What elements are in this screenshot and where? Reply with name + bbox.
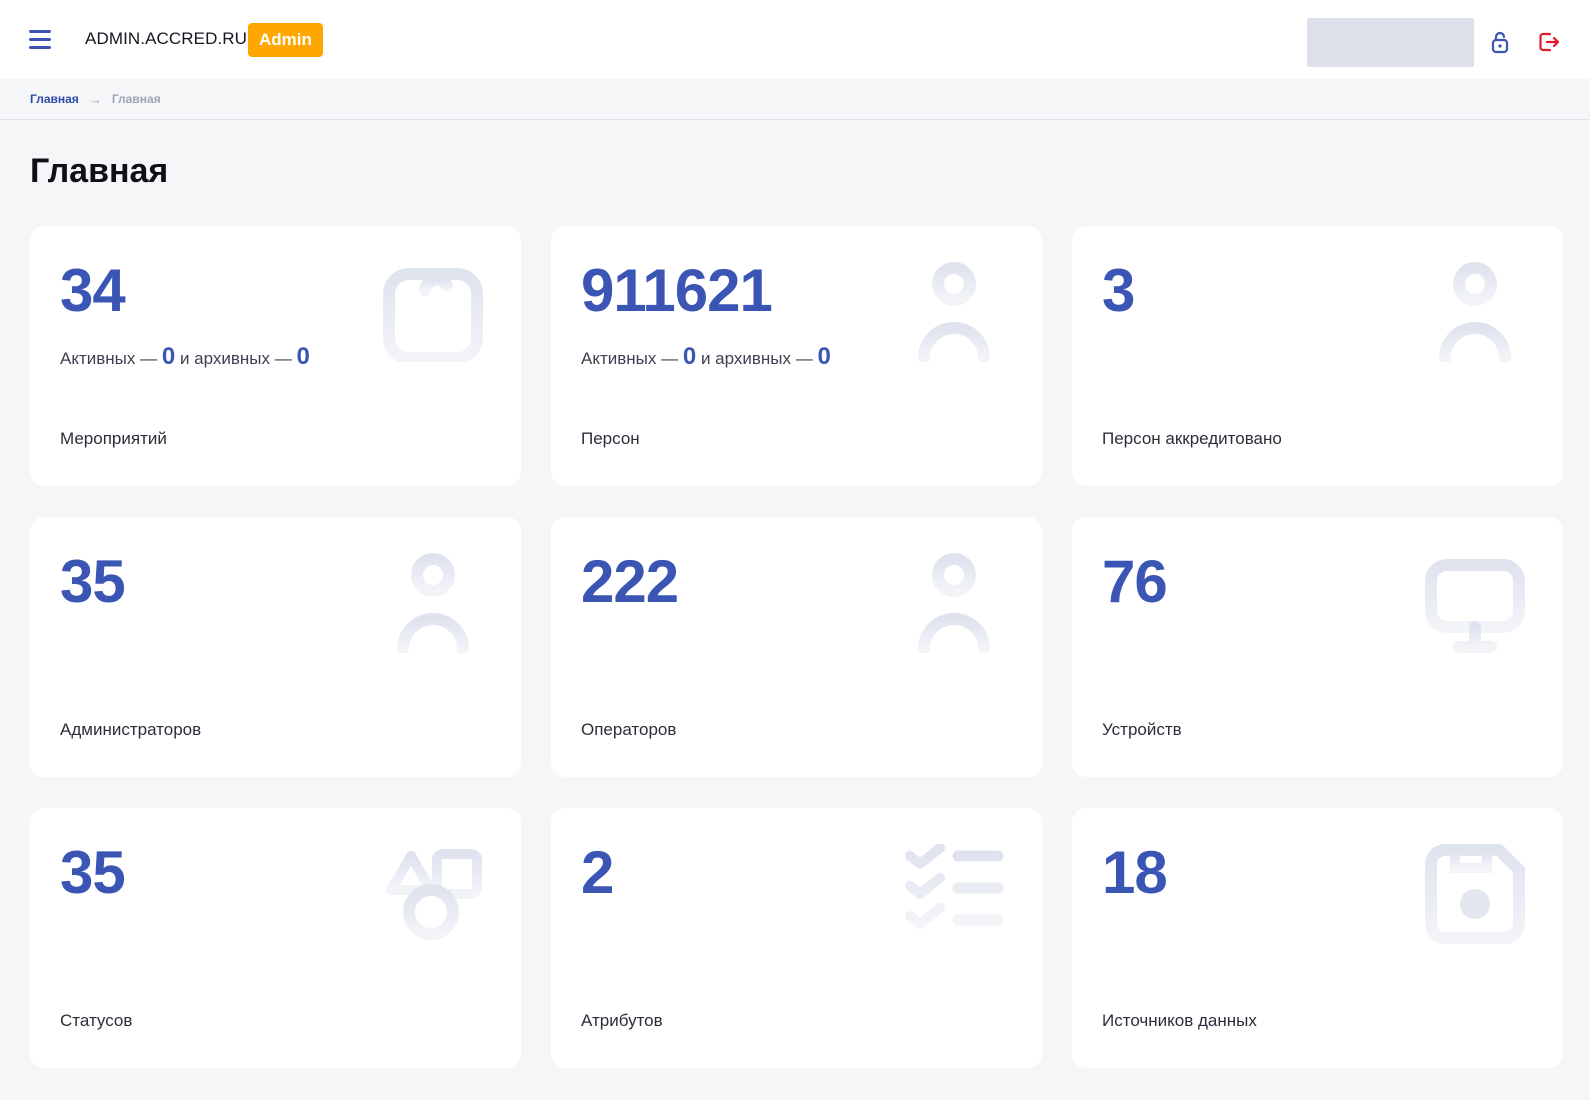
shapes-icon [386,849,482,940]
stat-label: Администраторов [60,720,202,739]
breadcrumb: Главная → Главная [0,79,1590,120]
stat-card-statuses[interactable]: 35 Статусов [30,808,521,1068]
arrow-right-icon: → [88,91,102,107]
stat-card-data-sources[interactable]: 18 Источников данных [1072,808,1563,1068]
stat-value: 18 [1102,839,1168,906]
person-icon [918,262,990,362]
stat-card-operators[interactable]: 222 Операторов [551,517,1042,777]
person-icon [1439,262,1511,362]
stat-value: 2 [581,839,614,906]
person-icon [397,553,469,653]
archive-count: 0 [296,343,310,370]
hamburger-menu-icon[interactable] [29,30,51,49]
stat-card-events[interactable]: 34 Активных — 0 и архивных — 0 Мероприят… [30,226,521,486]
stat-label: Персон [581,429,640,448]
stat-card-persons[interactable]: 911621 Активных — 0 и архивных — 0 Персо… [551,226,1042,486]
stat-value: 34 [60,257,126,324]
unlock-icon[interactable] [1488,30,1512,54]
active-label: Активных — [60,349,158,368]
archive-count: 0 [817,343,831,370]
user-profile-box[interactable] [1307,18,1474,67]
stat-value: 35 [60,839,126,906]
stat-label: Операторов [581,720,677,739]
stat-card-devices[interactable]: 76 Устройств [1072,517,1563,777]
logout-icon[interactable] [1537,30,1561,54]
checklist-icon [905,844,1004,929]
page-title: Главная [30,152,169,190]
stat-label: Устройств [1102,720,1182,739]
calendar-icon [383,268,483,362]
active-label: Активных — [581,349,679,368]
role-badge: Admin [248,23,323,57]
stat-card-attributes[interactable]: 2 Атрибутов [551,808,1042,1068]
stat-card-admins[interactable]: 35 Администраторов [30,517,521,777]
top-header: ADMIN.ACCRED.RU Admin [0,0,1590,79]
active-count: 0 [682,343,697,370]
stat-value: 3 [1102,257,1135,324]
active-count: 0 [161,343,176,370]
stat-subline: Активных — 0 и архивных — 0 [581,343,831,371]
stat-label: Атрибутов [581,1011,663,1030]
stat-label: Статусов [60,1011,133,1030]
breadcrumb-link-home[interactable]: Главная [30,92,79,106]
stats-grid: 34 Активных — 0 и архивных — 0 Мероприят… [30,226,1563,1068]
breadcrumb-current: Главная [111,92,161,106]
stat-subline: Активных — 0 и архивных — 0 [60,343,310,371]
stat-card-accredited[interactable]: 3 Персон аккредитовано [1072,226,1563,486]
stat-value: 222 [581,548,679,615]
stat-value: 76 [1102,548,1168,615]
stat-value: 911621 [581,257,773,324]
monitor-icon [1425,559,1525,653]
brand-name[interactable]: ADMIN.ACCRED.RU [85,29,247,49]
stat-label: Мероприятий [60,429,167,448]
floppy-disk-icon [1425,844,1525,944]
archive-label: и архивных — [700,349,813,368]
person-icon [918,553,990,653]
stat-value: 35 [60,548,126,615]
archive-label: и архивных — [179,349,292,368]
stat-label: Источников данных [1102,1011,1257,1030]
stat-label: Персон аккредитовано [1102,429,1282,448]
